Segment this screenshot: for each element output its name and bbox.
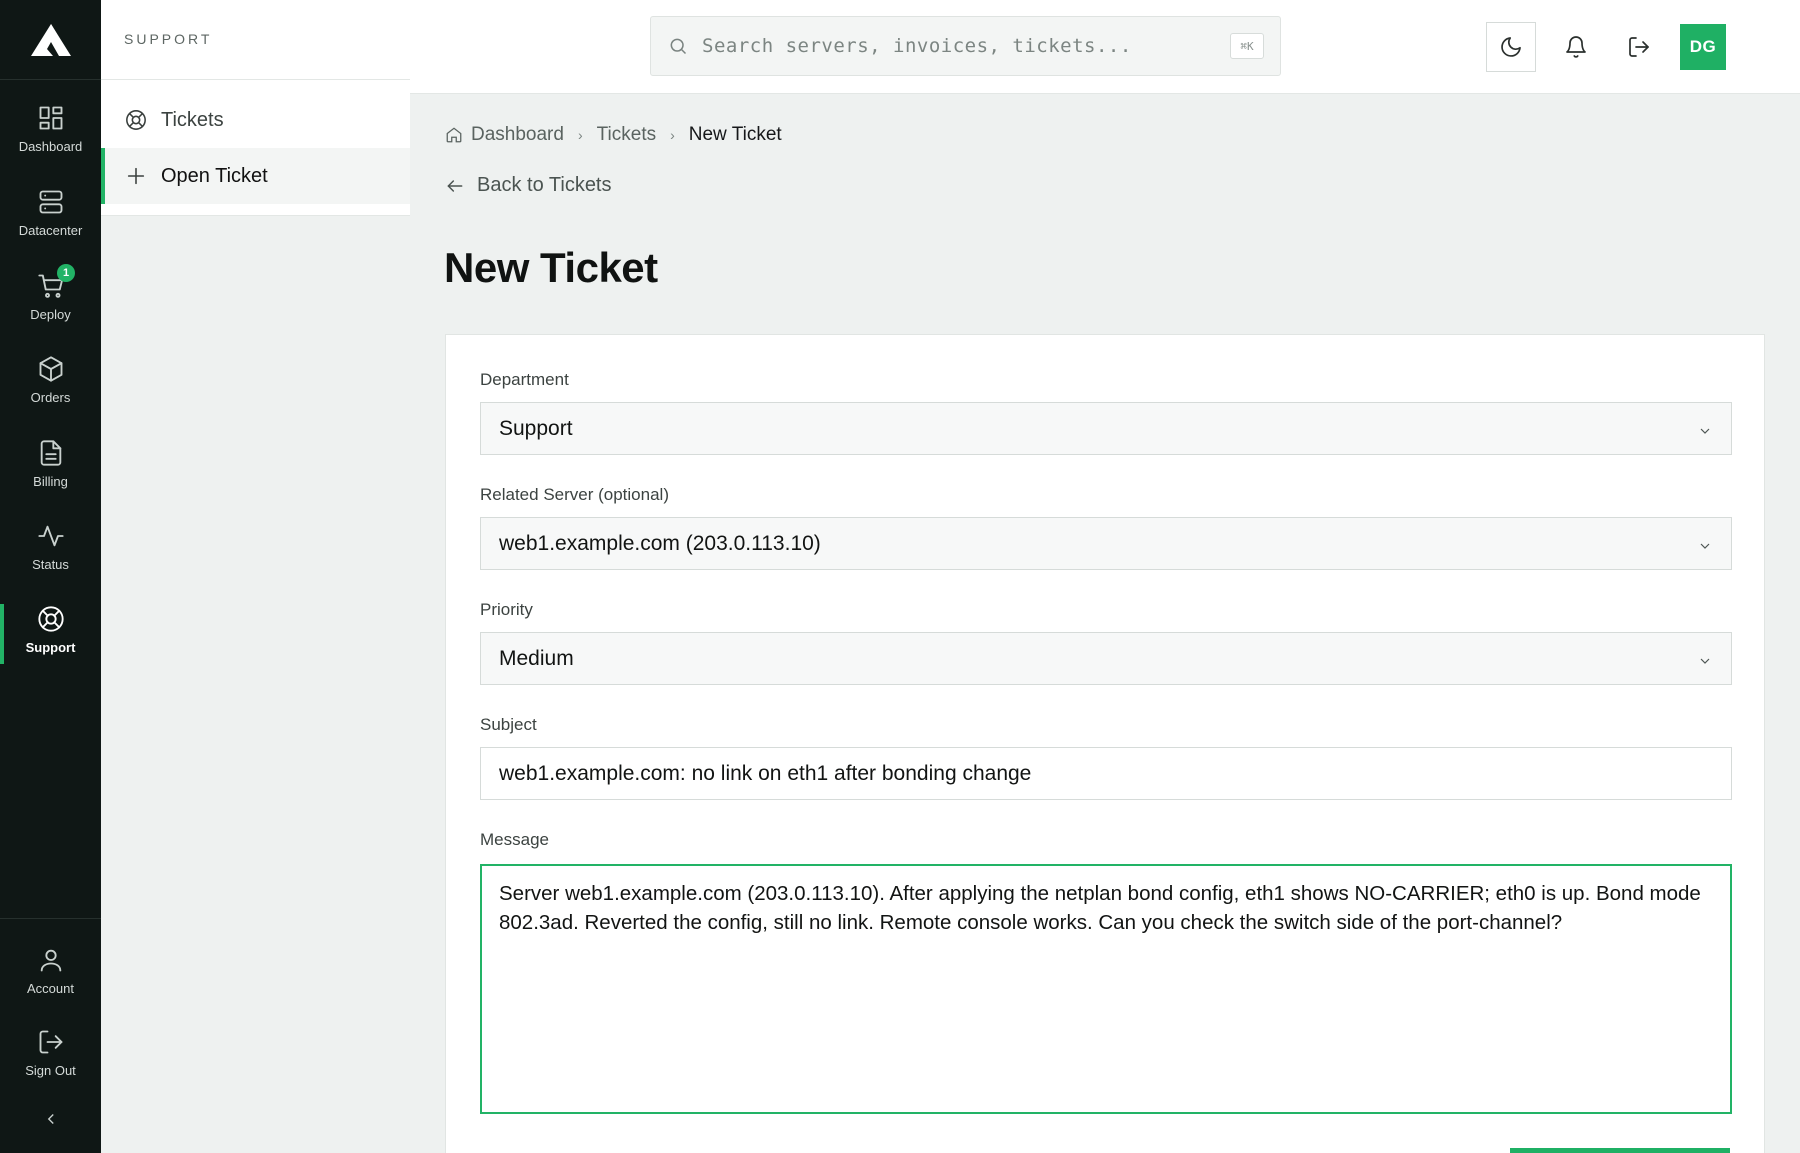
rail-item-status[interactable]: Status	[0, 522, 101, 584]
logout-icon	[1629, 37, 1649, 57]
rail-item-label: Datacenter	[18, 223, 83, 238]
chevron-right-icon: ›	[577, 127, 583, 143]
breadcrumb: Dashboard › Tickets › New Ticket	[445, 124, 782, 146]
submit-button[interactable]	[1510, 1148, 1730, 1153]
department-label: Department	[480, 370, 569, 389]
subnav-item-tickets[interactable]: Tickets	[101, 92, 410, 148]
breadcrumb-current: New Ticket	[688, 124, 782, 145]
rail-item-label: Account	[27, 981, 74, 996]
server-icon	[39, 190, 62, 214]
rail-item-account[interactable]: Account	[0, 946, 101, 1008]
department-value: Support	[499, 416, 573, 440]
notifications-button[interactable]	[1551, 22, 1601, 72]
priority-select[interactable]: Medium	[480, 632, 1732, 685]
subject-value: web1.example.com: no link on eth1 after …	[499, 761, 1032, 785]
new-ticket-form: Department Support Related Server (optio…	[445, 334, 1765, 1153]
collapse-rail-button[interactable]	[38, 1106, 64, 1132]
home-icon	[446, 127, 462, 143]
message-textarea[interactable]: Server web1.example.com (203.0.113.10). …	[480, 864, 1732, 1114]
chevron-down-icon	[1697, 421, 1713, 437]
top-bar: ⌘K DG	[410, 0, 1800, 94]
message-label: Message	[480, 830, 549, 849]
rail-item-label: Dashboard	[18, 139, 83, 154]
breadcrumb-dashboard[interactable]: Dashboard	[471, 124, 564, 146]
brand-logo[interactable]	[0, 0, 101, 80]
logo-icon	[30, 23, 71, 56]
sign-out-button[interactable]	[1614, 22, 1664, 72]
global-search[interactable]: ⌘K	[650, 16, 1281, 76]
search-icon	[670, 38, 687, 55]
rail-item-datacenter[interactable]: Datacenter	[0, 188, 101, 250]
plus-icon	[127, 167, 145, 185]
document-icon	[40, 440, 61, 466]
search-input[interactable]	[702, 35, 1202, 57]
server-label: Related Server (optional)	[480, 485, 669, 504]
breadcrumb-tickets[interactable]: Tickets	[597, 124, 656, 146]
page-title: New Ticket	[444, 244, 658, 291]
arrow-left-icon	[447, 179, 463, 192]
chevron-down-icon	[1697, 536, 1713, 552]
priority-label: Priority	[480, 600, 533, 619]
server-value: web1.example.com (203.0.113.10)	[499, 531, 821, 555]
logout-icon	[39, 1030, 62, 1054]
support-subnav: SUPPORT Tickets Open Ticket	[101, 0, 410, 1153]
subnav-item-label: Open Ticket	[161, 164, 268, 187]
subnav-item-label: Tickets	[161, 108, 224, 131]
rail-item-label: Orders	[30, 390, 71, 405]
subnav-header: SUPPORT	[101, 0, 410, 80]
activity-icon	[37, 525, 64, 547]
subnav-item-open-ticket[interactable]: Open Ticket	[101, 148, 410, 204]
related-server-select[interactable]: web1.example.com (203.0.113.10)	[480, 517, 1732, 570]
subnav-list: Tickets Open Ticket	[101, 80, 410, 216]
rail-item-label: Sign Out	[25, 1063, 76, 1078]
user-icon	[40, 949, 61, 972]
back-link-label: Back to Tickets	[477, 174, 612, 196]
rail-item-label: Support	[25, 640, 76, 655]
main-rail: Dashboard Datacenter 1 Deploy Orders Bil…	[0, 0, 101, 1153]
subject-input[interactable]: web1.example.com: no link on eth1 after …	[480, 747, 1732, 800]
chevron-left-icon	[47, 1114, 54, 1124]
cart-badge: 1	[57, 264, 75, 282]
moon-icon	[1501, 37, 1521, 57]
subject-label: Subject	[480, 715, 537, 734]
subnav-title: SUPPORT	[124, 31, 213, 47]
rail-item-label: Deploy	[30, 307, 71, 322]
department-select[interactable]: Support	[480, 402, 1732, 455]
rail-item-orders[interactable]: Orders	[0, 355, 101, 417]
rail-item-support[interactable]: Support	[0, 605, 101, 667]
search-shortcut-hint: ⌘K	[1230, 33, 1264, 59]
chevron-right-icon: ›	[670, 127, 675, 143]
rail-item-deploy[interactable]: 1 Deploy	[0, 264, 101, 334]
theme-toggle-button[interactable]	[1486, 22, 1536, 72]
priority-value: Medium	[499, 646, 574, 670]
rail-item-label: Billing	[33, 474, 68, 489]
back-to-tickets-link[interactable]: Back to Tickets	[445, 174, 612, 197]
rail-item-dashboard[interactable]: Dashboard	[0, 104, 101, 166]
grid-icon	[39, 106, 62, 130]
rail-divider	[0, 918, 101, 919]
lifebuoy-icon	[126, 110, 146, 130]
user-avatar[interactable]: DG	[1680, 24, 1726, 70]
bell-icon	[1566, 36, 1586, 58]
package-icon	[39, 356, 62, 382]
chevron-down-icon	[1697, 651, 1713, 667]
rail-item-billing[interactable]: Billing	[0, 439, 101, 501]
rail-item-sign-out[interactable]: Sign Out	[0, 1028, 101, 1090]
rail-item-label: Status	[32, 557, 69, 572]
lifebuoy-icon	[37, 606, 64, 632]
